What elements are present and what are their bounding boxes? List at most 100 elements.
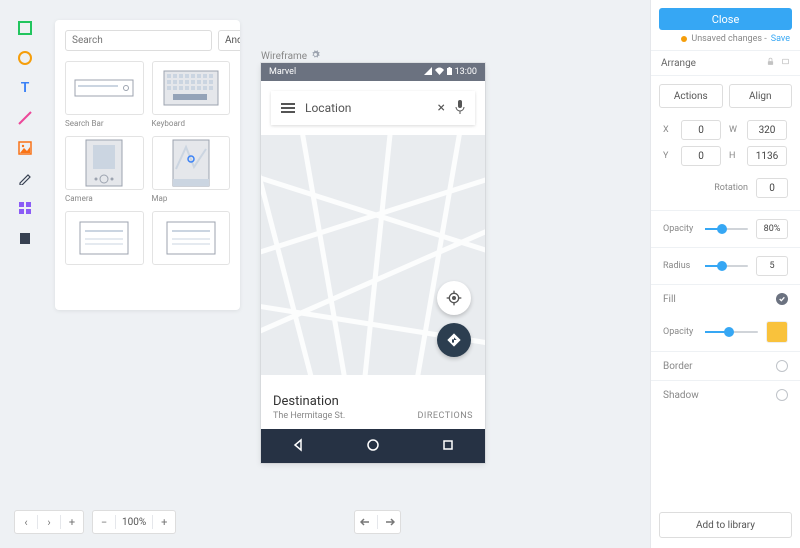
library-item-keyboard[interactable]: Keyboard	[152, 61, 231, 128]
locate-fab[interactable]	[437, 281, 471, 315]
rotation-input[interactable]	[756, 178, 788, 198]
radius-label: Radius	[663, 261, 697, 271]
search-text: Location	[305, 101, 428, 115]
artboard-name: Wireframe	[261, 51, 307, 62]
statusbar-time: 13:00	[455, 67, 477, 77]
tool-artboard[interactable]	[17, 230, 33, 246]
undo-button[interactable]	[355, 511, 377, 533]
map-search-bar[interactable]: Location ×	[271, 91, 475, 125]
w-input[interactable]	[747, 120, 787, 140]
destination-card[interactable]: Destination The Hermitage St. DIRECTIONS	[261, 375, 485, 429]
wifi-icon	[435, 67, 444, 78]
map-view[interactable]	[261, 135, 485, 375]
fill-label: Fill	[663, 294, 676, 305]
left-toolbar: T	[12, 20, 38, 246]
shadow-row[interactable]: Shadow	[651, 380, 800, 409]
page-prev-button[interactable]: ‹	[15, 511, 37, 533]
lock-icon[interactable]	[766, 57, 775, 69]
nav-home-icon[interactable]	[366, 437, 380, 456]
unsaved-status: Unsaved changes - Save	[651, 34, 800, 50]
gear-icon[interactable]	[311, 50, 320, 62]
save-link[interactable]: Save	[771, 34, 790, 44]
bottom-left-controls: ‹ › + − 100% +	[14, 510, 176, 534]
page-next-button[interactable]: ›	[38, 511, 60, 533]
y-input[interactable]	[681, 146, 721, 166]
border-toggle[interactable]	[776, 360, 788, 372]
library-item-label: Search Bar	[65, 119, 144, 128]
destination-title: Destination	[273, 394, 345, 409]
directions-link[interactable]: DIRECTIONS	[417, 411, 473, 421]
fill-color-swatch[interactable]	[766, 321, 788, 343]
shadow-label: Shadow	[663, 390, 699, 401]
library-grid: Search Bar Keyboard Camera Map	[65, 61, 230, 265]
library-item-blank[interactable]	[152, 211, 231, 265]
h-input[interactable]	[747, 146, 787, 166]
unsaved-text: Unsaved changes -	[691, 34, 766, 44]
actions-button[interactable]: Actions	[659, 84, 723, 108]
nav-recent-icon[interactable]	[441, 437, 455, 456]
zoom-out-button[interactable]: −	[93, 511, 115, 533]
opacity-label: Opacity	[663, 224, 697, 234]
mic-icon[interactable]	[455, 99, 465, 118]
radius-slider[interactable]	[705, 265, 748, 267]
fill-opacity-label: Opacity	[663, 327, 697, 337]
x-input[interactable]	[681, 120, 721, 140]
signal-icon	[424, 67, 432, 78]
opacity-input[interactable]	[756, 219, 788, 239]
directions-fab[interactable]	[437, 323, 471, 357]
rotation-label: Rotation	[714, 183, 748, 193]
tool-text[interactable]: T	[17, 80, 33, 96]
tool-circle[interactable]	[17, 50, 33, 66]
clear-icon[interactable]: ×	[438, 100, 445, 116]
destination-subtitle: The Hermitage St.	[273, 411, 345, 421]
tool-components[interactable]	[17, 200, 33, 216]
phone-artboard[interactable]: Marvel 13:00 Location × Destina	[261, 63, 485, 463]
battery-icon	[447, 67, 452, 78]
tool-rectangle[interactable]	[17, 20, 33, 36]
align-button[interactable]: Align	[729, 84, 793, 108]
library-item-blank[interactable]	[65, 211, 144, 265]
library-item-label: Camera	[65, 194, 144, 203]
zoom-value: 100%	[116, 517, 152, 528]
inspector-panel: Close Unsaved changes - Save Arrange Act…	[650, 0, 800, 548]
x-label: X	[663, 125, 673, 135]
library-panel: Android Search Bar Keyboard Camera Map	[55, 20, 240, 310]
fill-enabled-icon[interactable]	[776, 293, 788, 305]
undo-redo-group	[354, 510, 401, 534]
opacity-slider[interactable]	[705, 228, 748, 230]
border-label: Border	[663, 361, 693, 372]
zoom-in-button[interactable]: +	[153, 511, 175, 533]
library-search-input[interactable]	[65, 30, 212, 51]
library-item-searchbar[interactable]: Search Bar	[65, 61, 144, 128]
radius-input[interactable]	[756, 256, 788, 276]
library-item-label: Map	[152, 194, 231, 203]
library-platform-select[interactable]: Android	[218, 30, 240, 51]
page-nav-group: ‹ › +	[14, 510, 84, 534]
library-item-map[interactable]: Map	[152, 136, 231, 203]
w-label: W	[729, 125, 739, 135]
add-to-library-button[interactable]: Add to library	[659, 512, 792, 538]
close-button[interactable]: Close	[659, 8, 792, 30]
border-row[interactable]: Border	[651, 351, 800, 380]
fill-opacity-row: Opacity	[651, 313, 800, 351]
visibility-icon[interactable]	[781, 57, 790, 69]
radius-row: Radius	[651, 247, 800, 284]
android-nav-bar	[261, 429, 485, 463]
shadow-toggle[interactable]	[776, 389, 788, 401]
arrange-section-header: Arrange	[651, 50, 800, 76]
h-label: H	[729, 151, 739, 161]
hamburger-icon[interactable]	[281, 103, 295, 113]
opacity-row: Opacity	[651, 210, 800, 247]
tool-image[interactable]	[17, 140, 33, 156]
library-item-camera[interactable]: Camera	[65, 136, 144, 203]
zoom-group: − 100% +	[92, 510, 176, 534]
nav-back-icon[interactable]	[291, 437, 305, 456]
redo-button[interactable]	[378, 511, 400, 533]
fill-opacity-slider[interactable]	[705, 331, 758, 333]
arrange-label: Arrange	[661, 58, 696, 69]
tool-line[interactable]	[17, 110, 33, 126]
artboard-label[interactable]: Wireframe	[261, 50, 320, 62]
statusbar-title: Marvel	[269, 67, 296, 77]
tool-pen[interactable]	[17, 170, 33, 186]
page-add-button[interactable]: +	[61, 511, 83, 533]
